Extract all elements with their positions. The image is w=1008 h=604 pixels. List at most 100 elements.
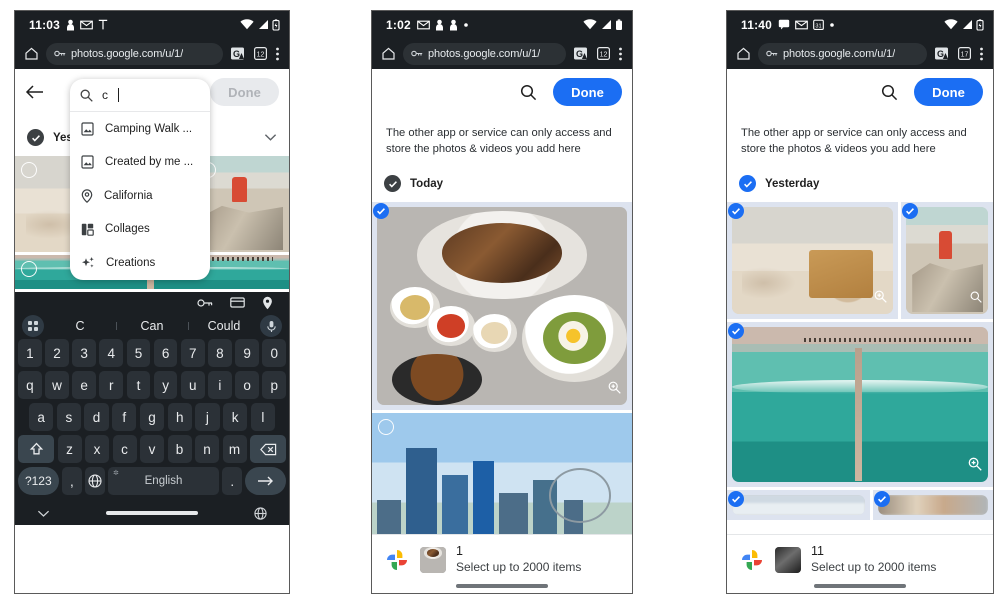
keyboard-grid-icon[interactable] xyxy=(22,315,44,337)
translate-icon[interactable]: G xyxy=(573,46,589,62)
key-j[interactable]: j xyxy=(195,403,220,431)
card-icon[interactable] xyxy=(230,297,245,308)
key-s[interactable]: s xyxy=(56,403,81,431)
tab-count-icon[interactable]: 12 xyxy=(596,46,611,61)
overflow-menu-icon[interactable] xyxy=(618,46,623,62)
location-pin-icon[interactable] xyxy=(262,296,273,310)
key-i[interactable]: i xyxy=(208,371,232,399)
tab-count-icon[interactable]: 17 xyxy=(957,46,972,61)
key-3[interactable]: 3 xyxy=(72,339,96,367)
photo-select-circle[interactable] xyxy=(21,162,37,178)
key-5[interactable]: 5 xyxy=(126,339,151,367)
key-v[interactable]: v xyxy=(140,435,164,463)
home-icon[interactable] xyxy=(381,46,396,61)
suggestion-item-created-by-me[interactable]: Created by me ... xyxy=(70,146,210,180)
suggestion-2[interactable]: Could xyxy=(188,319,260,333)
search-icon[interactable] xyxy=(520,84,537,101)
key-q[interactable]: q xyxy=(18,371,42,399)
section-check-icon[interactable] xyxy=(739,175,756,193)
globe-icon[interactable] xyxy=(85,467,105,495)
blurred-photo-1[interactable] xyxy=(727,490,870,521)
microphone-icon[interactable] xyxy=(260,315,282,337)
zoom-in-icon[interactable] xyxy=(874,290,887,308)
suggestion-item-camping-walk[interactable]: Camping Walk ... xyxy=(70,112,210,146)
key-f[interactable]: f xyxy=(112,403,137,431)
overflow-menu-icon[interactable] xyxy=(275,46,280,62)
key-g[interactable]: g xyxy=(139,403,165,431)
key-n[interactable]: n xyxy=(195,435,219,463)
key-l[interactable]: l xyxy=(250,403,275,431)
zoom-in-icon[interactable] xyxy=(970,290,982,308)
key-w[interactable]: w xyxy=(45,371,69,399)
key-u[interactable]: u xyxy=(180,371,205,399)
key-9[interactable]: 9 xyxy=(235,339,259,367)
section-header-yesterday[interactable]: Yesterday xyxy=(727,157,993,202)
password-key-icon[interactable] xyxy=(197,298,213,308)
space-key[interactable]: ✲ English xyxy=(108,467,219,495)
done-button[interactable]: Done xyxy=(553,78,622,106)
home-indicator[interactable] xyxy=(456,584,548,588)
home-indicator[interactable] xyxy=(106,511,198,515)
done-button[interactable]: Done xyxy=(914,78,983,106)
enter-arrow-icon[interactable] xyxy=(245,467,287,495)
tab-count-icon[interactable]: 12 xyxy=(253,46,268,61)
key-1[interactable]: 1 xyxy=(18,339,42,367)
key-b[interactable]: b xyxy=(167,435,192,463)
suggestion-0[interactable]: C xyxy=(44,319,116,333)
beach-bag-photo[interactable] xyxy=(727,202,898,320)
photo-select-check[interactable] xyxy=(901,203,918,220)
key-c[interactable]: c xyxy=(112,435,137,463)
suggestion-item-california[interactable]: California xyxy=(70,179,210,213)
shift-icon[interactable] xyxy=(18,435,54,463)
beach-rocks-photo[interactable] xyxy=(900,202,993,320)
key-o[interactable]: o xyxy=(235,371,259,399)
url-bar[interactable]: photos.google.com/u/1/ xyxy=(758,42,927,65)
symbols-key[interactable]: ?123 xyxy=(18,467,59,495)
blurred-photo-2[interactable] xyxy=(872,490,993,521)
search-icon[interactable] xyxy=(881,84,898,101)
zoom-in-icon[interactable] xyxy=(608,381,621,399)
key-0[interactable]: 0 xyxy=(262,339,287,367)
key-m[interactable]: m xyxy=(222,435,247,463)
key-d[interactable]: d xyxy=(84,403,109,431)
key-6[interactable]: 6 xyxy=(153,339,178,367)
url-bar[interactable]: photos.google.com/u/1/ xyxy=(46,42,223,65)
key-8[interactable]: 8 xyxy=(208,339,232,367)
key-e[interactable]: e xyxy=(72,371,96,399)
home-icon[interactable] xyxy=(736,46,751,61)
korean-food-photo[interactable] xyxy=(372,202,632,411)
key-h[interactable]: h xyxy=(167,403,192,431)
url-bar[interactable]: photos.google.com/u/1/ xyxy=(403,42,566,65)
search-input-row[interactable]: c xyxy=(70,79,210,112)
key-x[interactable]: x xyxy=(85,435,109,463)
key-r[interactable]: r xyxy=(99,371,124,399)
section-header-today[interactable]: Today xyxy=(372,157,632,202)
search-input[interactable]: c xyxy=(102,88,108,102)
key-a[interactable]: a xyxy=(29,403,54,431)
photo-select-circle[interactable] xyxy=(21,261,37,277)
globe-icon[interactable] xyxy=(254,506,267,520)
suggestion-item-collages[interactable]: Collages xyxy=(70,213,210,247)
key-t[interactable]: t xyxy=(126,371,151,399)
overflow-menu-icon[interactable] xyxy=(979,46,984,62)
city-skyline-photo[interactable] xyxy=(372,413,632,535)
aerial-sea-photo[interactable] xyxy=(727,322,993,488)
collapse-keyboard-icon[interactable] xyxy=(37,509,50,518)
period-key[interactable]: . xyxy=(222,467,242,495)
key-p[interactable]: p xyxy=(262,371,287,399)
backspace-icon[interactable] xyxy=(250,435,286,463)
suggestion-item-creations[interactable]: Creations xyxy=(70,246,210,280)
home-icon[interactable] xyxy=(24,46,39,61)
section-check-icon[interactable] xyxy=(384,175,401,193)
home-indicator[interactable] xyxy=(814,584,906,588)
suggestion-1[interactable]: Can xyxy=(116,319,188,333)
done-button[interactable]: Done xyxy=(210,78,279,106)
key-y[interactable]: y xyxy=(153,371,178,399)
key-z[interactable]: z xyxy=(57,435,82,463)
chevron-down-icon[interactable] xyxy=(264,133,277,142)
key-4[interactable]: 4 xyxy=(99,339,124,367)
back-arrow-icon[interactable] xyxy=(25,84,44,100)
comma-key[interactable]: , xyxy=(62,467,82,495)
zoom-in-icon[interactable] xyxy=(968,457,982,476)
key-7[interactable]: 7 xyxy=(180,339,205,367)
